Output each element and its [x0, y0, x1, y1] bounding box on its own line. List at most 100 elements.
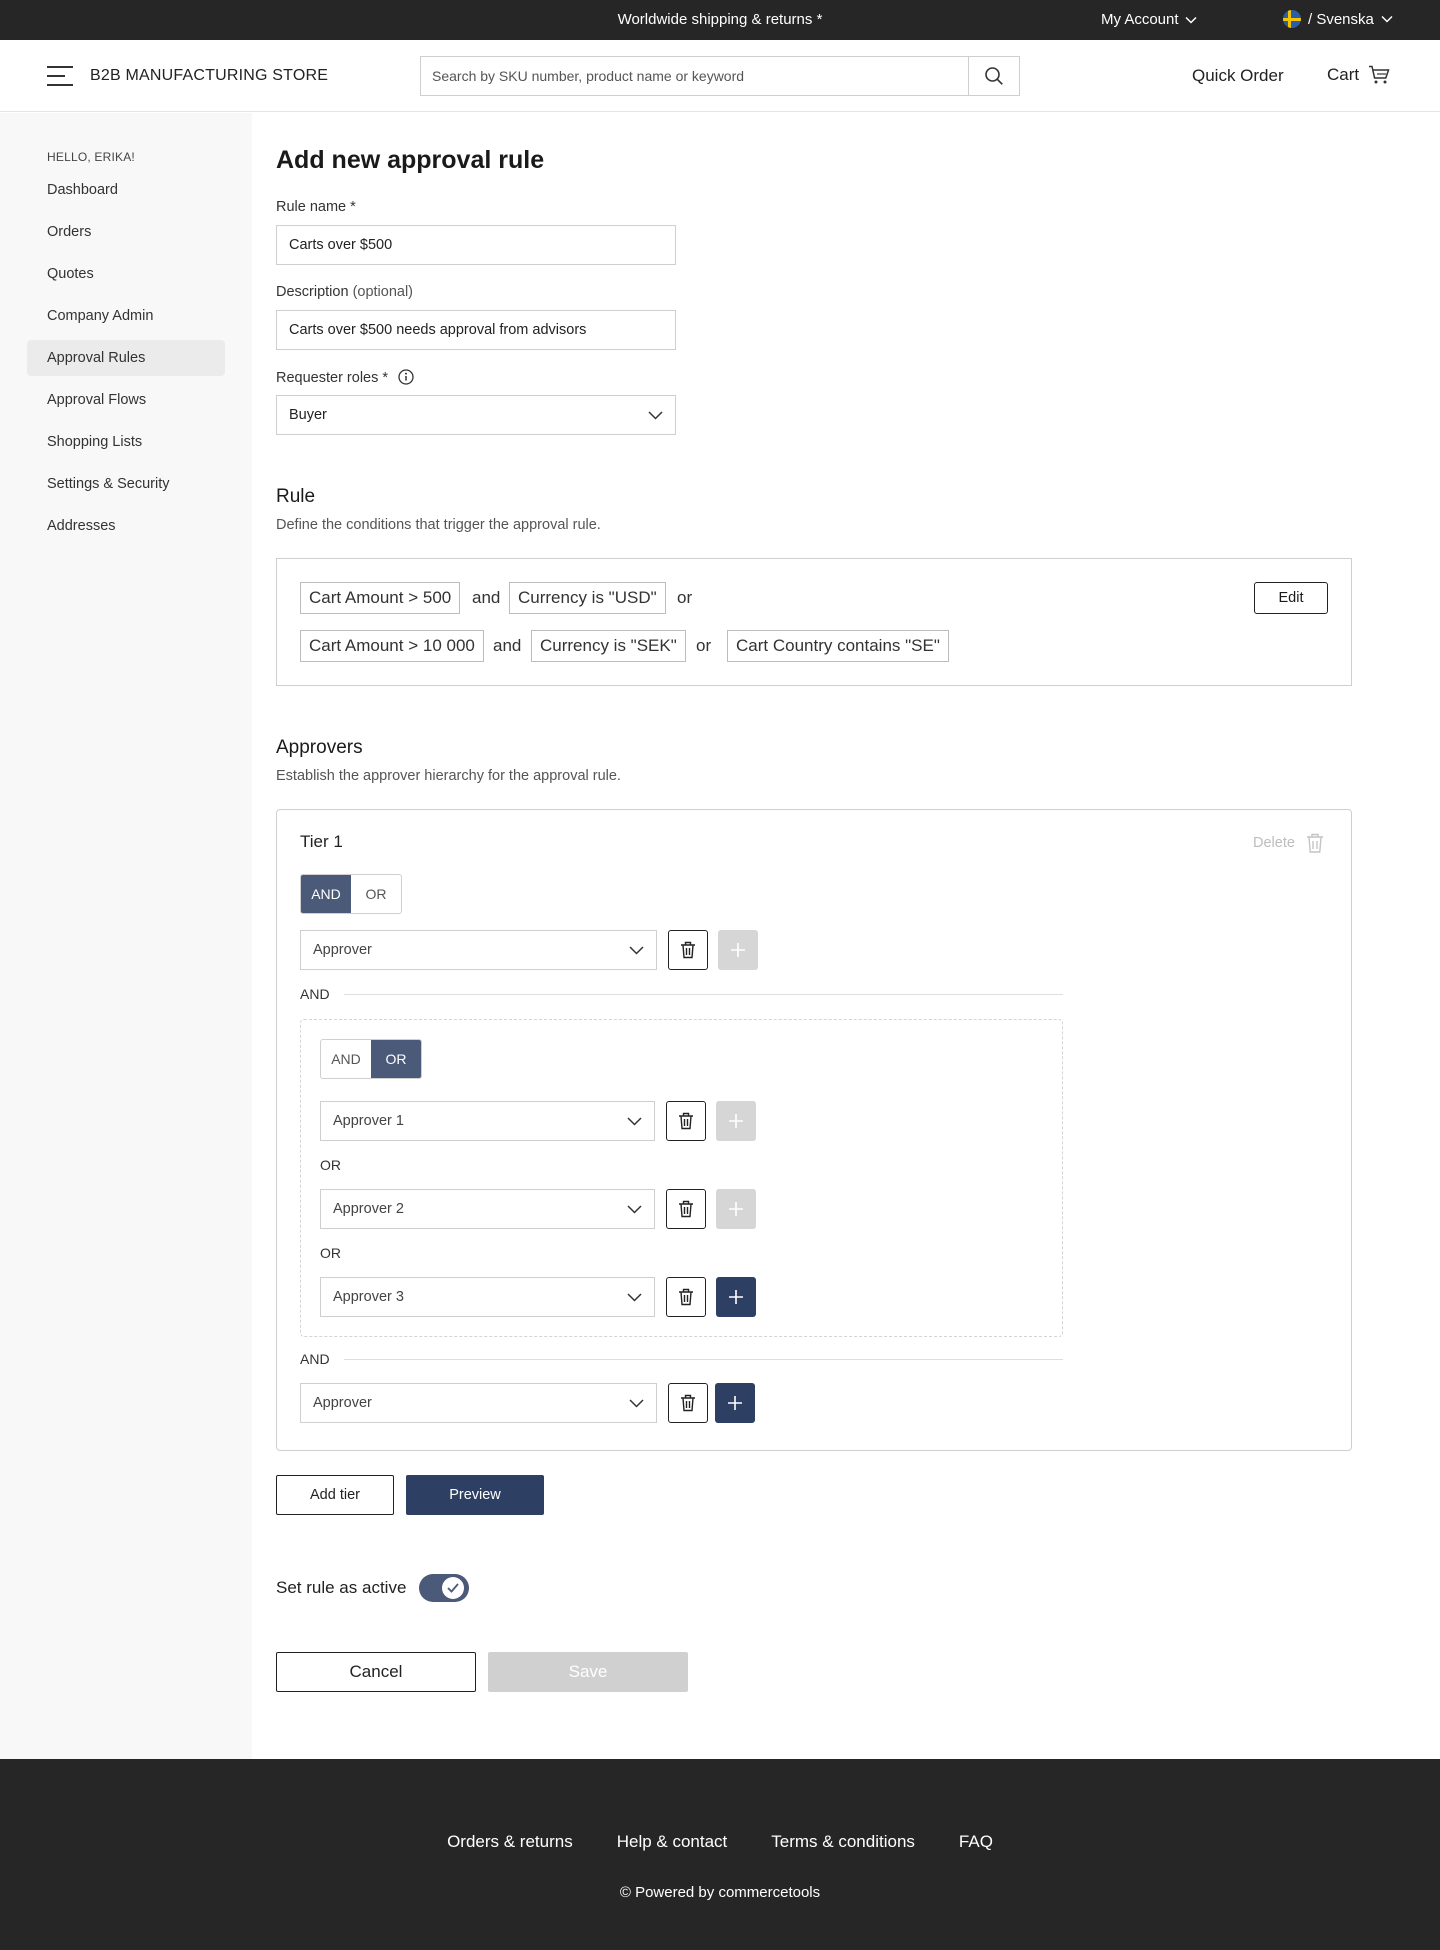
and-toggle-option[interactable]: AND: [321, 1040, 371, 1078]
description-label-text: Description: [276, 284, 349, 300]
site-header: B2B MANUFACTURING STORE Quick Order Cart: [0, 40, 1440, 112]
description-input[interactable]: [289, 322, 663, 338]
condition-chip: Cart Country contains "SE": [727, 630, 949, 662]
plus-icon: [729, 1114, 743, 1128]
approver-select-value: Approver 3: [333, 1289, 404, 1305]
rule-name-input[interactable]: [289, 237, 663, 253]
sidebar-item-dashboard[interactable]: Dashboard: [27, 172, 225, 208]
chevron-down-icon: [627, 1204, 642, 1214]
add-approver-button[interactable]: [716, 1277, 756, 1317]
approver-select[interactable]: Approver 3: [320, 1277, 655, 1317]
rule-name-field[interactable]: [276, 225, 676, 265]
quick-order-link[interactable]: Quick Order: [1192, 66, 1284, 86]
or-label: OR: [320, 1245, 341, 1261]
divider: [344, 1359, 1063, 1360]
footer-link-orders-returns[interactable]: Orders & returns: [447, 1832, 573, 1852]
add-approver-button[interactable]: [718, 930, 758, 970]
and-operator: and: [493, 636, 522, 655]
sidebar-nav: Dashboard Orders Quotes Company Admin Ap…: [27, 172, 225, 550]
info-icon[interactable]: [398, 369, 414, 385]
sidebar-item-quotes[interactable]: Quotes: [27, 256, 225, 292]
sidebar-item-addresses[interactable]: Addresses: [27, 508, 225, 544]
delete-approver-button[interactable]: [666, 1101, 706, 1141]
description-field[interactable]: [276, 310, 676, 350]
description-label: Description (optional): [276, 284, 413, 300]
active-toggle[interactable]: [419, 1574, 469, 1602]
delete-tier-button[interactable]: Delete: [1253, 832, 1325, 854]
trash-icon: [679, 1200, 693, 1218]
edit-rule-button[interactable]: Edit: [1254, 582, 1328, 614]
language-label: / Svenska: [1308, 10, 1374, 28]
or-operator: or: [696, 636, 712, 655]
approver-select[interactable]: Approver: [300, 930, 657, 970]
cart-label: Cart: [1327, 65, 1360, 84]
or-operator: or: [677, 588, 693, 607]
requester-roles-select[interactable]: Buyer: [276, 395, 676, 435]
group-operator-toggle: AND OR: [320, 1039, 422, 1079]
add-approver-button[interactable]: [716, 1189, 756, 1229]
trash-icon: [679, 1112, 693, 1130]
delete-approver-button[interactable]: [666, 1189, 706, 1229]
site-footer: Orders & returns Help & contact Terms & …: [0, 1759, 1440, 1950]
sidebar-item-company-admin[interactable]: Company Admin: [27, 298, 225, 334]
and-toggle-option[interactable]: AND: [301, 875, 351, 913]
sidebar-item-approval-rules[interactable]: Approval Rules: [27, 340, 225, 376]
plus-icon: [729, 1290, 743, 1304]
trash-icon: [681, 1394, 695, 1412]
cart-link[interactable]: Cart: [1327, 65, 1390, 85]
and-label: AND: [300, 1351, 330, 1367]
toggle-knob: [442, 1577, 464, 1599]
approver-select-value: Approver 2: [333, 1201, 404, 1217]
chevron-down-icon: [629, 1398, 644, 1408]
my-account-menu[interactable]: My Account: [1101, 11, 1197, 28]
trash-icon: [681, 941, 695, 959]
plus-icon: [729, 1202, 743, 1216]
hamburger-menu-icon[interactable]: [47, 66, 73, 86]
or-toggle-option[interactable]: OR: [351, 875, 401, 913]
preview-button[interactable]: Preview: [406, 1475, 544, 1515]
approver-select-value: Approver: [313, 1395, 372, 1411]
approver-select-value: Approver: [313, 942, 372, 958]
sidebar-item-shopping-lists[interactable]: Shopping Lists: [27, 424, 225, 460]
add-approver-button[interactable]: [716, 1101, 756, 1141]
delete-tier-label: Delete: [1253, 835, 1295, 851]
plus-icon: [731, 943, 745, 957]
language-selector[interactable]: / Svenska: [1283, 10, 1393, 28]
delete-approver-button[interactable]: [668, 930, 708, 970]
search-button[interactable]: [968, 57, 1019, 95]
search-bar: [420, 56, 1020, 96]
chevron-down-icon: [627, 1116, 642, 1126]
condition-chip: Cart Amount > 500: [300, 582, 461, 614]
requester-roles-label: Requester roles *: [276, 369, 414, 386]
check-icon: [447, 1583, 459, 1593]
approver-select[interactable]: Approver 1: [320, 1101, 655, 1141]
footer-links: Orders & returns Help & contact Terms & …: [0, 1832, 1440, 1852]
powered-by: © Powered by commercetools: [619, 1884, 821, 1901]
condition-chip: Currency is "SEK": [531, 630, 686, 662]
save-button[interactable]: Save: [488, 1652, 688, 1692]
top-announcement-bar: Worldwide shipping & returns * My Accoun…: [0, 0, 1440, 40]
chevron-down-icon: [627, 1292, 642, 1302]
delete-approver-button[interactable]: [668, 1383, 708, 1423]
and-label: AND: [300, 986, 330, 1002]
chevron-down-icon: [1381, 15, 1393, 23]
store-logo[interactable]: B2B MANUFACTURING STORE: [90, 67, 328, 85]
footer-link-faq[interactable]: FAQ: [959, 1832, 993, 1852]
approver-select[interactable]: Approver: [300, 1383, 657, 1423]
add-tier-button[interactable]: Add tier: [276, 1475, 394, 1515]
approver-select[interactable]: Approver 2: [320, 1189, 655, 1229]
sidebar-item-orders[interactable]: Orders: [27, 214, 225, 250]
cancel-button[interactable]: Cancel: [276, 1652, 476, 1692]
chevron-down-icon: [1185, 16, 1197, 24]
account-sidebar: HELLO, ERIKA! Dashboard Orders Quotes Co…: [0, 113, 252, 1759]
search-input[interactable]: [421, 57, 968, 95]
sidebar-item-approval-flows[interactable]: Approval Flows: [27, 382, 225, 418]
approver-group: AND OR Approver 1 OR Approver 2 OR Appro…: [300, 1019, 1063, 1337]
footer-link-terms[interactable]: Terms & conditions: [771, 1832, 915, 1852]
footer-link-help-contact[interactable]: Help & contact: [617, 1832, 728, 1852]
search-icon: [985, 67, 1003, 85]
delete-approver-button[interactable]: [666, 1277, 706, 1317]
sidebar-item-settings-security[interactable]: Settings & Security: [27, 466, 225, 502]
add-approver-button[interactable]: [715, 1383, 755, 1423]
or-toggle-option[interactable]: OR: [371, 1040, 421, 1078]
